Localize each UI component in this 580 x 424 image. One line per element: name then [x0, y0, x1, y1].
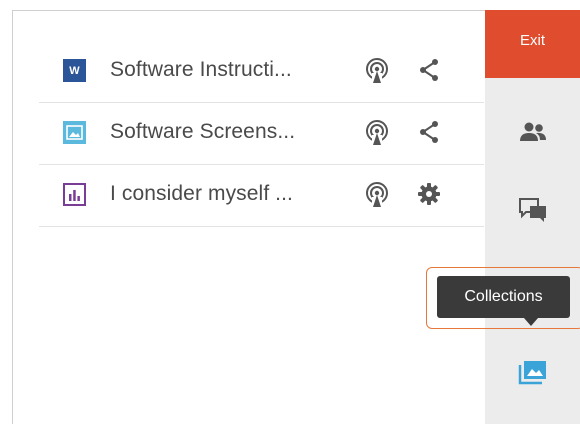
file-row-2[interactable]: Software Screens... [39, 103, 484, 165]
app-frame: W Software Instructi... Software Screens… [0, 0, 580, 424]
collections-icon [518, 361, 546, 385]
file-name[interactable]: Software Screens... [110, 120, 295, 144]
share-icon[interactable] [417, 120, 441, 144]
people-button[interactable] [485, 108, 580, 156]
people-icon [519, 122, 546, 141]
image-file-icon [63, 121, 86, 144]
file-name[interactable]: I consider myself ... [110, 182, 293, 206]
broadcast-icon[interactable] [365, 120, 389, 146]
collections-tooltip: Collections [437, 276, 570, 318]
content-panel: W Software Instructi... Software Screens… [12, 10, 485, 424]
file-row-1[interactable]: W Software Instructi... [39, 41, 484, 103]
word-document-icon: W [63, 59, 86, 82]
broadcast-icon[interactable] [365, 182, 389, 208]
chat-icon [518, 198, 546, 222]
chat-button[interactable] [485, 186, 580, 234]
exit-button[interactable]: Exit [485, 10, 580, 78]
collections-button[interactable] [485, 348, 580, 396]
survey-chart-icon [63, 183, 86, 206]
gear-icon[interactable] [417, 182, 441, 206]
broadcast-icon[interactable] [365, 58, 389, 84]
file-name[interactable]: Software Instructi... [110, 58, 292, 82]
image-glyph-icon [66, 125, 83, 140]
share-icon[interactable] [417, 58, 441, 82]
file-list: W Software Instructi... Software Screens… [39, 41, 484, 227]
file-row-3[interactable]: I consider myself ... [39, 165, 484, 227]
side-rail: Exit [485, 10, 580, 424]
tooltip-arrow [524, 318, 538, 326]
bar-chart-glyph-icon [69, 189, 80, 201]
